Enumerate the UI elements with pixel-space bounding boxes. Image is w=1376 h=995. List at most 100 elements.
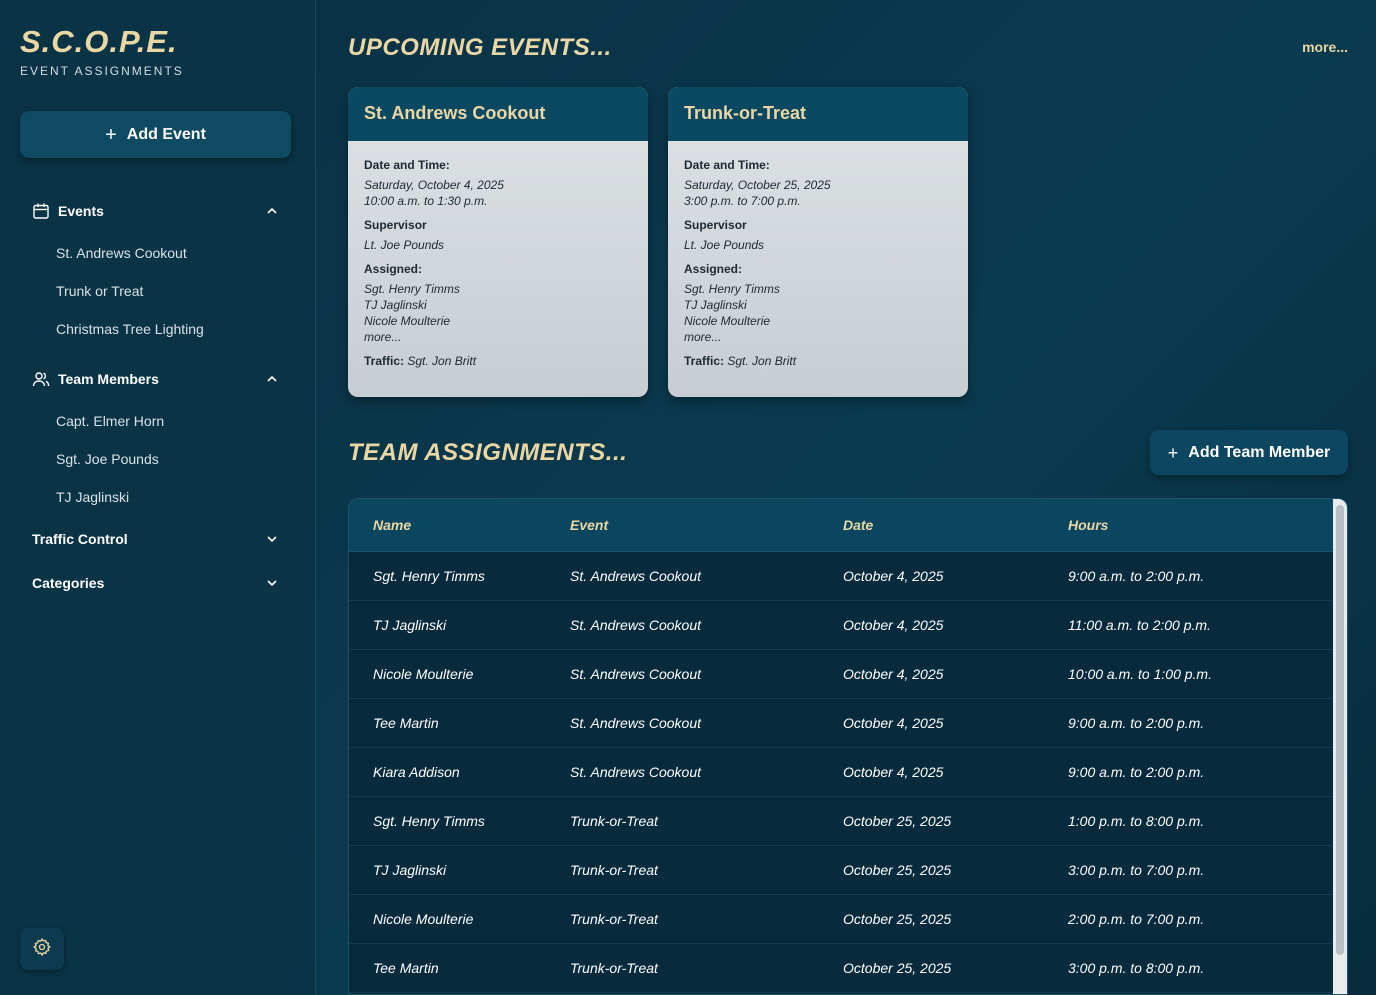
cell-name: TJ Jaglinski	[373, 617, 447, 633]
add-event-button[interactable]: + Add Event	[20, 111, 291, 158]
cell-name: Nicole Moulterie	[373, 911, 474, 927]
assigned-member: Nicole Moulterie	[364, 314, 451, 328]
cell-name: Tee Martin	[373, 715, 439, 731]
traffic-officer: Sgt. Jon Britt	[407, 354, 477, 368]
add-team-member-label: Add Team Member	[1188, 443, 1331, 461]
event-date: Saturday, October 4, 2025	[364, 178, 504, 192]
cell-hours: 11:00 a.m. to 2:00 p.m.	[1068, 617, 1211, 633]
assigned-more-link[interactable]: more...	[684, 329, 952, 345]
column-header-name[interactable]: Name	[349, 517, 570, 533]
table-row[interactable]: Sgt. Henry Timms St. Andrews Cookout Octob…	[349, 552, 1347, 601]
event-card[interactable]: St. Andrews Cookout Date and Time: Satur…	[348, 87, 648, 397]
supervisor-label: Supervisor	[684, 218, 747, 232]
cell-hours: 9:00 a.m. to 2:00 p.m.	[1068, 568, 1205, 584]
table-row[interactable]: Tee Martin St. Andrews Cookout October 4, …	[349, 699, 1347, 748]
column-header-event[interactable]: Event	[570, 517, 843, 533]
sidebar-section-label: Traffic Control	[32, 531, 128, 547]
plus-icon: +	[1167, 442, 1179, 463]
cell-name: Kiara Addison	[373, 764, 460, 780]
assigned-more-link[interactable]: more...	[364, 329, 632, 345]
column-header-hours[interactable]: Hours	[1068, 517, 1318, 533]
sidebar-section-events[interactable]: Events	[32, 200, 278, 222]
cell-date: October 4, 2025	[843, 666, 944, 682]
date-label: Date and Time:	[684, 158, 770, 172]
sidebar-section-label: Events	[58, 203, 104, 219]
sidebar: S.C.O.P.E. EVENT ASSIGNMENTS + Add Event…	[0, 0, 316, 995]
assigned-label: Assigned:	[684, 262, 743, 276]
cell-event: Trunk-or-Treat	[570, 813, 658, 829]
calendar-icon	[32, 202, 50, 220]
event-time: 10:00 a.m. to 1:30 p.m.	[364, 194, 488, 208]
sidebar-section-team-members[interactable]: Team Members	[32, 368, 278, 390]
cell-date: October 25, 2025	[843, 911, 952, 927]
table-row[interactable]: Tee Martin Trunk-or-Treat October 25, 2025…	[349, 944, 1347, 993]
cell-event: Trunk-or-Treat	[570, 911, 658, 927]
supervisor-name: Lt. Joe Pounds	[684, 238, 765, 252]
supervisor-name: Lt. Joe Pounds	[364, 238, 445, 252]
sidebar-item-member[interactable]: Sgt. Joe Pounds	[56, 451, 159, 467]
users-icon	[32, 370, 50, 388]
table-scrollbar[interactable]	[1333, 499, 1347, 994]
cell-event: Trunk-or-Treat	[570, 862, 658, 878]
sidebar-item-event[interactable]: St. Andrews Cookout	[56, 245, 187, 261]
traffic-label: Traffic:	[684, 354, 725, 368]
event-card[interactable]: Trunk-or-Treat Date and Time: Saturday, …	[668, 87, 968, 397]
cell-name: Nicole Moulterie	[373, 666, 474, 682]
settings-button[interactable]	[20, 928, 64, 970]
cell-hours: 3:00 p.m. to 7:00 p.m.	[1068, 862, 1205, 878]
table-row[interactable]: Nicole Moulterie St. Andrews Cookout Octob…	[349, 650, 1347, 699]
sidebar-item-event[interactable]: Trunk or Treat	[56, 283, 143, 299]
sidebar-section-traffic-control[interactable]: Traffic Control	[32, 528, 278, 550]
table-row[interactable]: Nicole Moulterie Trunk-or-Treat October 25…	[349, 895, 1347, 944]
upcoming-events-title: UPCOMING EVENTS...	[348, 34, 612, 61]
assigned-member: TJ Jaglinski	[684, 298, 747, 312]
traffic-assignment: Traffic: Sgt. Jon Britt	[684, 353, 952, 369]
cell-hours: 2:00 p.m. to 7:00 p.m.	[1068, 911, 1205, 927]
team-assignments-title: TEAM ASSIGNMENTS...	[348, 439, 628, 466]
cell-date: October 4, 2025	[843, 764, 944, 780]
scrollbar-thumb[interactable]	[1336, 505, 1344, 955]
event-card-title: St. Andrews Cookout	[348, 87, 648, 141]
sidebar-item-member[interactable]: Capt. Elmer Horn	[56, 413, 164, 429]
brand-subtitle: EVENT ASSIGNMENTS	[20, 64, 184, 78]
add-team-member-button[interactable]: + Add Team Member	[1150, 430, 1348, 475]
chevron-up-icon	[266, 205, 278, 217]
cell-name: Tee Martin	[373, 960, 439, 976]
cell-hours: 3:00 p.m. to 8:00 p.m.	[1068, 960, 1205, 976]
chevron-up-icon	[266, 373, 278, 385]
sidebar-section-label: Team Members	[58, 371, 159, 387]
cell-event: St. Andrews Cookout	[570, 666, 701, 682]
assigned-label: Assigned:	[364, 262, 423, 276]
cell-event: St. Andrews Cookout	[570, 764, 701, 780]
column-header-date[interactable]: Date	[843, 517, 1068, 533]
sidebar-section-categories[interactable]: Categories	[32, 572, 278, 594]
cell-hours: 9:00 a.m. to 2:00 p.m.	[1068, 715, 1205, 731]
cell-hours: 10:00 a.m. to 1:00 p.m.	[1068, 666, 1212, 682]
cell-name: Sgt. Henry Timms	[373, 568, 485, 584]
cell-name: TJ Jaglinski	[373, 862, 447, 878]
more-events-link[interactable]: more...	[1302, 39, 1348, 55]
table-header: Name Event Date Hours	[349, 499, 1347, 552]
main-content: UPCOMING EVENTS... more... St. Andrews C…	[316, 0, 1376, 995]
table-row[interactable]: TJ Jaglinski St. Andrews Cookout October 4…	[349, 601, 1347, 650]
cell-hours: 9:00 a.m. to 2:00 p.m.	[1068, 764, 1205, 780]
cell-event: St. Andrews Cookout	[570, 617, 701, 633]
table-row[interactable]: Sgt. Henry Timms Trunk-or-Treat October 25…	[349, 797, 1347, 846]
event-time: 3:00 p.m. to 7:00 p.m.	[684, 194, 801, 208]
supervisor-label: Supervisor	[364, 218, 427, 232]
event-date: Saturday, October 25, 2025	[684, 178, 831, 192]
table-row[interactable]: Kiara Addison St. Andrews Cookout October …	[349, 748, 1347, 797]
assigned-member: TJ Jaglinski	[364, 298, 427, 312]
cell-name: Sgt. Henry Timms	[373, 813, 485, 829]
date-label: Date and Time:	[364, 158, 450, 172]
plus-icon: +	[105, 123, 117, 146]
chevron-down-icon	[266, 577, 278, 589]
sidebar-item-member[interactable]: TJ Jaglinski	[56, 489, 129, 505]
assigned-member: Sgt. Henry Timms	[364, 282, 460, 296]
cell-date: October 25, 2025	[843, 960, 952, 976]
sidebar-item-event[interactable]: Christmas Tree Lighting	[56, 321, 204, 337]
cell-event: St. Andrews Cookout	[570, 568, 701, 584]
assigned-member: Sgt. Henry Timms	[684, 282, 780, 296]
table-row[interactable]: TJ Jaglinski Trunk-or-Treat October 25, 20…	[349, 846, 1347, 895]
traffic-label: Traffic:	[364, 354, 405, 368]
